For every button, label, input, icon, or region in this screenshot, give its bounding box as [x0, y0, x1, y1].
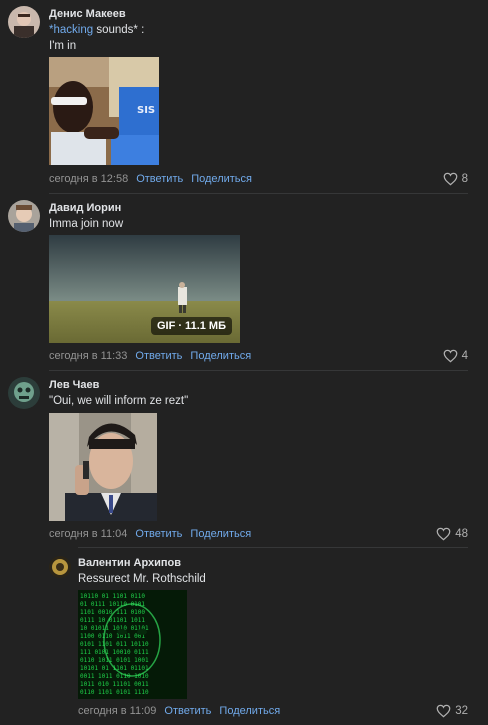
divider: [49, 370, 468, 371]
comment-meta: сегодня в 11:04 Ответить Поделиться: [49, 528, 251, 540]
svg-text:0111 10 01101 1011: 0111 10 01101 1011: [80, 617, 145, 624]
comment-text-line2: I'm in: [49, 40, 77, 52]
comment-meta: сегодня в 11:09 Ответить Поделиться: [78, 705, 280, 717]
reply-button[interactable]: Ответить: [135, 350, 182, 362]
reply-button[interactable]: Ответить: [135, 528, 182, 540]
svg-text:0110 1101 0101 1110: 0110 1101 0101 1110: [80, 689, 149, 696]
comment-text: *hacking sounds* :: [49, 24, 144, 36]
share-button[interactable]: Поделиться: [190, 350, 251, 362]
comment-text: Ressurect Mr. Rothschild: [78, 573, 206, 585]
reply-button[interactable]: Ответить: [164, 705, 211, 717]
svg-text:1011 010 11101 0011: 1011 010 11101 0011: [80, 681, 149, 688]
comment-meta: сегодня в 12:58 Ответить Поделиться: [49, 173, 252, 185]
svg-text:SIS: SIS: [137, 105, 155, 116]
like-button[interactable]: 32: [436, 704, 468, 718]
svg-text:1100 0110 1011 001: 1100 0110 1011 001: [80, 633, 145, 640]
share-button[interactable]: Поделиться: [191, 173, 252, 185]
share-button[interactable]: Поделиться: [190, 528, 251, 540]
like-count: 8: [461, 173, 468, 185]
heart-icon: [443, 349, 457, 363]
avatar[interactable]: [8, 6, 40, 38]
heart-icon: [436, 704, 451, 718]
reply-button[interactable]: Ответить: [136, 173, 183, 185]
comment-time[interactable]: сегодня в 11:33: [49, 350, 127, 362]
svg-text:0011 1011 0110 1010: 0011 1011 0110 1010: [80, 673, 149, 680]
comment-author[interactable]: Давид Иорин: [49, 202, 121, 214]
comment-author[interactable]: Лев Чаев: [49, 379, 99, 391]
comment-text: "Oui, we will inform ze rezt": [49, 395, 189, 407]
comment-text-highlight[interactable]: *hacking: [49, 24, 93, 36]
comment-time[interactable]: сегодня в 12:58: [49, 173, 128, 185]
like-count: 48: [455, 528, 468, 540]
svg-text:111 0101 10010 0111: 111 0101 10010 0111: [80, 649, 149, 656]
comment-time[interactable]: сегодня в 11:04: [49, 528, 127, 540]
comment-image[interactable]: 10110 01 1101 0110 01 0111 10110 0101 11…: [78, 590, 187, 699]
svg-text:0101 1101 011 10110: 0101 1101 011 10110: [80, 641, 149, 648]
share-button[interactable]: Поделиться: [219, 705, 280, 717]
like-count: 32: [455, 705, 468, 717]
comment-text-rest: sounds* :: [93, 24, 145, 36]
comment-gif[interactable]: GIF · 11.1 МБ: [49, 235, 240, 343]
avatar[interactable]: [49, 556, 71, 578]
like-count: 4: [461, 350, 468, 362]
comment-meta: сегодня в 11:33 Ответить Поделиться: [49, 350, 251, 362]
like-button[interactable]: 4: [443, 349, 468, 363]
like-button[interactable]: 48: [436, 527, 468, 541]
comment-author[interactable]: Денис Макеев: [49, 8, 126, 20]
divider: [49, 193, 468, 194]
heart-icon: [436, 527, 451, 541]
heart-icon: [443, 172, 457, 186]
comment-image[interactable]: [49, 413, 157, 521]
svg-text:10110 01 1101 0110: 10110 01 1101 0110: [80, 593, 145, 600]
avatar[interactable]: [8, 377, 40, 409]
comment-image[interactable]: SIS: [49, 57, 159, 165]
svg-text:0110 1011 0101 1001: 0110 1011 0101 1001: [80, 657, 149, 664]
gif-size-badge: GIF · 11.1 МБ: [150, 317, 232, 335]
comment-author[interactable]: Валентин Архипов: [78, 557, 181, 569]
like-button[interactable]: 8: [443, 172, 468, 186]
avatar[interactable]: [8, 200, 40, 232]
comment-time[interactable]: сегодня в 11:09: [78, 705, 156, 717]
divider: [78, 547, 468, 548]
comment-text: Imma join now: [49, 218, 124, 230]
